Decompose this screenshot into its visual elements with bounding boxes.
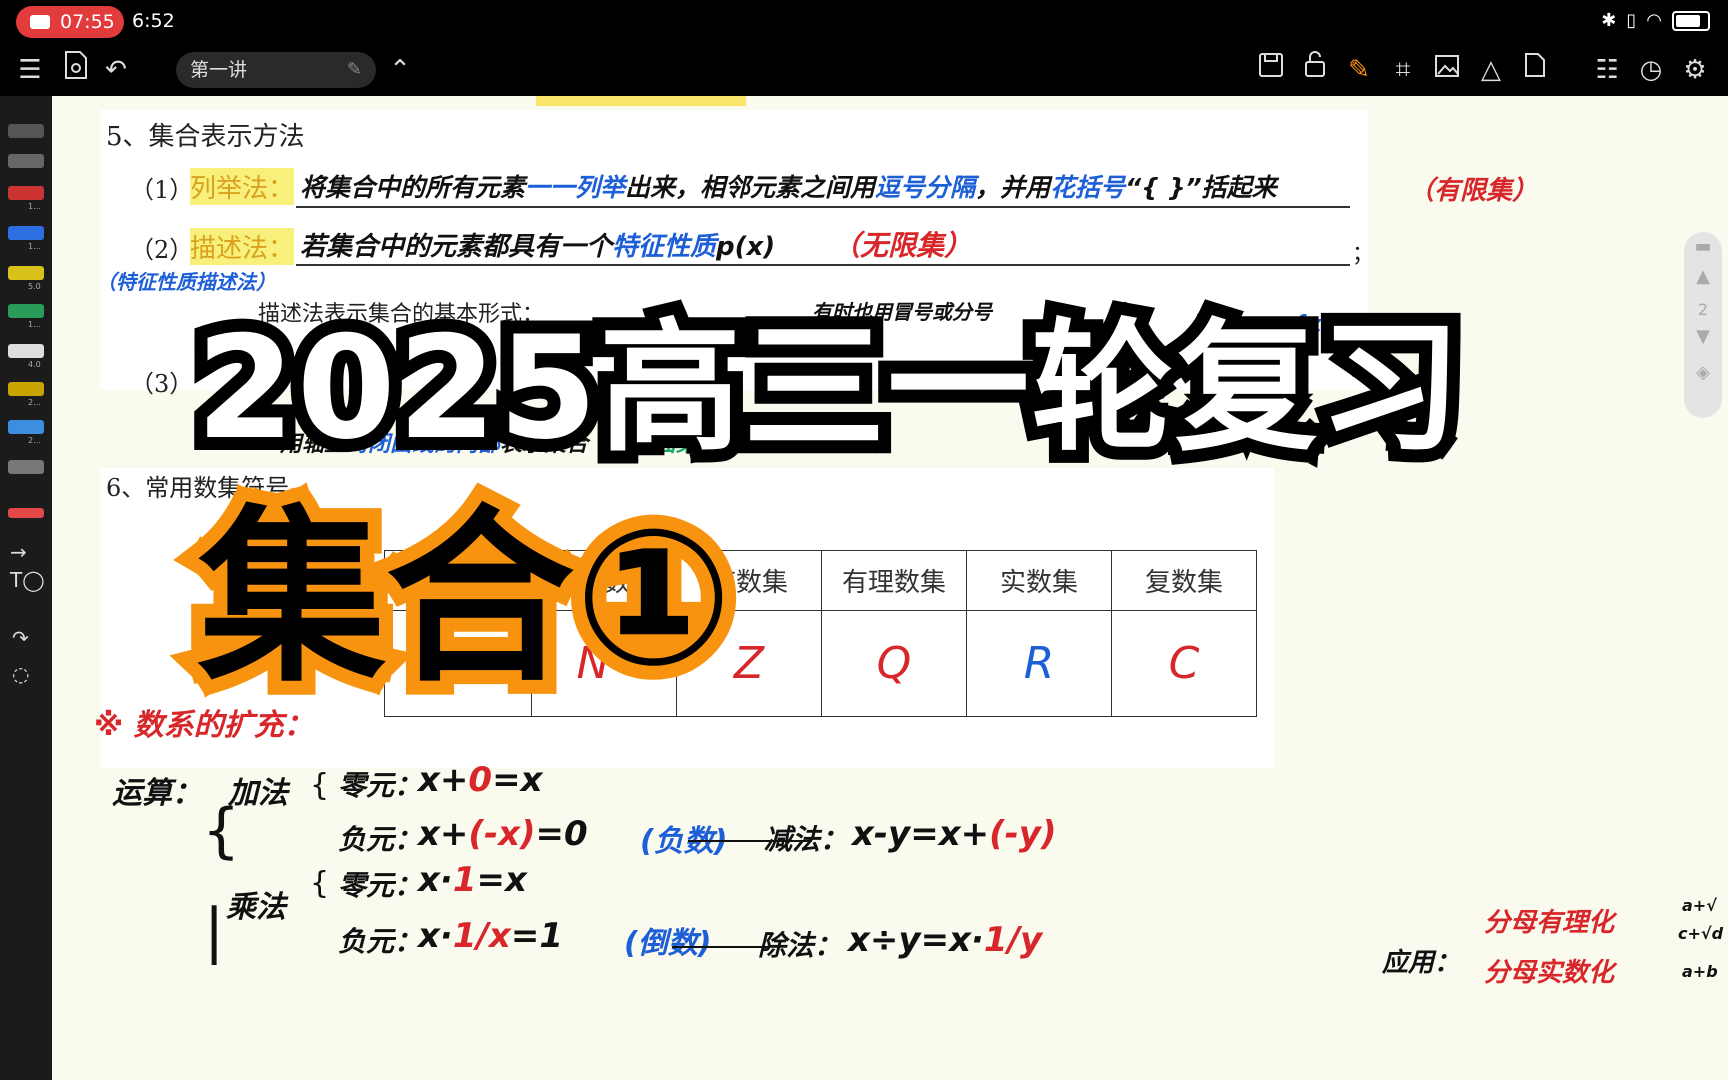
vibrate-icon: ▯ bbox=[1626, 10, 1637, 31]
menu-icon[interactable]: ☰ bbox=[10, 50, 50, 90]
layers-icon[interactable]: ◈ bbox=[1684, 362, 1722, 383]
page-up-icon[interactable]: ▲ bbox=[1684, 266, 1722, 287]
handle-icon[interactable]: ▬ bbox=[1684, 236, 1722, 257]
pen-blue[interactable] bbox=[8, 226, 44, 240]
image-icon[interactable] bbox=[1427, 50, 1467, 90]
chevron-up-icon[interactable]: ⌃ bbox=[380, 50, 420, 90]
tool-rail: 1... 1... 5.0 1... 4.0 2... 2... → T◯ ↷ … bbox=[0, 96, 52, 1080]
pen-yellow[interactable] bbox=[8, 266, 44, 280]
page-icon[interactable] bbox=[1515, 50, 1555, 90]
eraser-tool-2[interactable] bbox=[8, 154, 44, 168]
history-icon[interactable]: ◷ bbox=[1631, 50, 1671, 90]
highlighter-blue[interactable] bbox=[8, 420, 44, 434]
section5-title: 5、集合表示方法 bbox=[106, 122, 305, 152]
pen-white[interactable] bbox=[8, 344, 44, 358]
video-camera-icon bbox=[30, 15, 50, 29]
app-toolbar: ☰ ↶ 第一讲 ✎ ⌃ ✎ ⌗ △ ☷ ◷ ⚙ bbox=[0, 44, 1728, 96]
highlighter-yellow[interactable] bbox=[8, 382, 44, 396]
battery-icon bbox=[1672, 10, 1710, 31]
text-tool-icon[interactable]: T◯ bbox=[10, 568, 45, 592]
recording-time: 07:55 bbox=[60, 11, 115, 33]
page-down-icon[interactable]: ▼ bbox=[1684, 326, 1722, 347]
highlighter-icon[interactable]: ✎ bbox=[1339, 50, 1379, 90]
bluetooth-icon: ✱ bbox=[1601, 10, 1617, 31]
screen-record-indicator[interactable]: 07:55 bbox=[16, 6, 124, 38]
highlight-mark bbox=[536, 96, 746, 106]
unlock-icon[interactable] bbox=[1295, 50, 1335, 90]
undo-icon[interactable]: ↶ bbox=[96, 50, 136, 90]
read-mode-icon[interactable] bbox=[56, 50, 96, 90]
pencil-tool[interactable] bbox=[8, 460, 44, 474]
document-title-field[interactable]: 第一讲 ✎ bbox=[176, 52, 376, 88]
clock: 6:52 bbox=[132, 10, 175, 32]
list-method-label: 列举法： bbox=[190, 168, 295, 205]
save-icon[interactable] bbox=[1251, 50, 1291, 90]
arrow-line-icon[interactable]: → bbox=[10, 540, 27, 564]
overlay-title: 2025高三一轮复习 bbox=[183, 305, 1474, 473]
page-number: 2 bbox=[1697, 300, 1709, 319]
eraser-red[interactable] bbox=[8, 508, 44, 518]
pen-green[interactable] bbox=[8, 304, 44, 318]
wifi-icon: ◠ bbox=[1646, 10, 1662, 31]
system-icons: ✱ ▯ ◠ bbox=[1601, 10, 1710, 31]
settings-gear-icon[interactable]: ⚙ bbox=[1675, 50, 1715, 90]
lasso-icon[interactable]: ◌ bbox=[12, 662, 29, 686]
outline-icon[interactable]: ☷ bbox=[1587, 50, 1627, 90]
edit-pencil-icon[interactable]: ✎ bbox=[347, 52, 362, 88]
pen-red[interactable] bbox=[8, 186, 44, 200]
description-method-label: 描述法： bbox=[190, 228, 295, 265]
overlay-subtitle: 集合① bbox=[184, 489, 747, 708]
curve-tool-icon[interactable]: ↷ bbox=[12, 626, 29, 650]
eraser-tool[interactable] bbox=[8, 124, 44, 138]
document-title: 第一讲 bbox=[190, 59, 248, 81]
shapes-icon[interactable]: △ bbox=[1471, 50, 1511, 90]
page-nav-panel: ▬ ▲ 2 ▼ ◈ bbox=[1684, 232, 1722, 418]
crop-icon[interactable]: ⌗ bbox=[1383, 50, 1423, 90]
status-bar: 07:55 6:52 ✱ ▯ ◠ bbox=[0, 0, 1728, 44]
